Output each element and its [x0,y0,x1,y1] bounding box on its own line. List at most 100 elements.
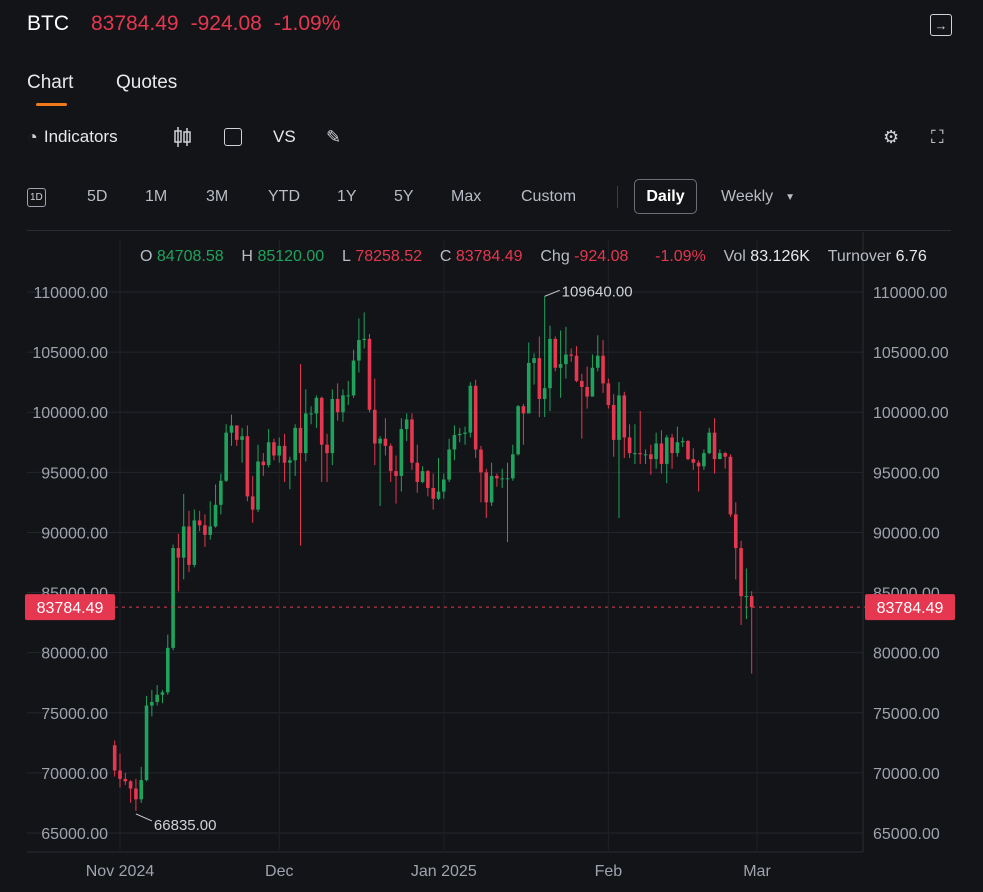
candle-body [192,520,197,565]
candle-body [733,514,738,549]
candle-body [617,395,621,440]
candle-body [181,526,186,558]
volume-value: 83.126K [750,248,810,265]
candle-body [649,454,653,460]
y-axis-label-left: 65000.00 [41,826,108,843]
y-axis-label-right: 100000.00 [873,405,949,422]
candle-body [165,647,170,693]
candle-body [229,425,234,433]
candle-body [457,433,462,436]
candle-body [442,479,446,492]
candle-body [335,398,340,413]
candle-body [739,548,743,597]
candle-body [367,338,372,410]
candle-body [627,437,632,454]
candle-body [415,462,420,482]
candle-body [128,781,133,789]
y-axis-label-left: 100000.00 [32,405,108,422]
low-value: 78258.52 [355,248,423,265]
candle-body [553,338,558,368]
candle-body [362,338,366,341]
y-axis-label-right: 110000.00 [873,285,948,302]
candle-body [633,453,637,455]
candle-body [569,354,574,356]
candle-body [484,472,489,503]
low-label: L [341,248,351,265]
turnover-label: Turnover [827,248,892,265]
candle-body [564,354,568,365]
candle-body [266,442,271,466]
candle-body [702,453,706,467]
candle-body [325,444,329,454]
candle-body [680,441,685,443]
candle-body [431,487,435,499]
candle-body [580,380,584,387]
min-annotation-line [135,813,153,822]
candle-body [256,461,260,510]
candle-body [691,459,696,463]
candle-body [319,397,324,445]
candle-body [303,413,308,454]
candle-body [426,471,430,488]
candle-body [309,413,313,415]
candle-body [452,435,457,450]
change-pct-value: -1.09% [655,248,706,265]
candle-body [176,548,181,558]
candle-body [171,548,175,648]
open-label: O [140,248,153,265]
candle-body [526,362,531,414]
candle-body [542,388,547,399]
x-axis-label: Nov 2024 [86,863,155,880]
candle-body [388,445,393,472]
candle-body [447,449,451,480]
candle-body [378,438,382,444]
x-axis-label: Dec [265,863,293,880]
candle-body [601,355,605,384]
candle-body [282,445,287,463]
candlestick-chart[interactable]: 110000.00 110000.00 105000.00 105000.00 1000… [0,0,983,892]
candle-body [611,405,616,440]
candle-body [394,471,398,476]
y-axis-label-left: 70000.00 [41,766,108,783]
candle-body [203,525,207,535]
x-axis-label: Mar [743,863,771,880]
y-axis-label-right: 105000.00 [873,345,949,362]
candle-body [404,419,409,430]
candle-body [521,406,526,414]
candle-body [272,442,276,456]
candle-body [160,692,165,695]
close-value: 83784.49 [455,248,523,265]
candle-body [749,596,754,608]
candle-body [139,780,144,800]
candle-body [595,355,600,368]
candle-body [473,385,478,450]
candle-body [261,461,266,466]
candle-body [654,443,658,460]
candle-body [357,340,361,361]
y-axis-label-right: 75000.00 [873,706,940,723]
y-axis-label-right: 65000.00 [873,826,940,843]
candle-body [144,705,149,781]
candle-body [213,504,218,527]
candle-body [234,425,239,440]
candle-body [670,437,674,454]
candle-body [489,475,494,503]
candle-body [298,427,303,454]
candle-body [686,441,690,460]
change-value: -924.08 [574,248,629,265]
candle-body [112,745,117,771]
candle-body [293,427,297,461]
candle-body [134,788,138,800]
y-axis-label-left: 75000.00 [41,706,108,723]
y-axis-label-left: 105000.00 [32,345,108,362]
candle-body [744,596,749,598]
y-axis-label-right: 70000.00 [873,766,940,783]
candle-body [341,395,345,413]
candle-body [383,438,388,446]
candle-body [500,478,504,480]
candle-body [643,454,648,456]
candle-body [638,453,643,455]
candle-body [728,456,733,515]
candle-body [373,409,377,444]
open-value: 84708.58 [156,248,224,265]
